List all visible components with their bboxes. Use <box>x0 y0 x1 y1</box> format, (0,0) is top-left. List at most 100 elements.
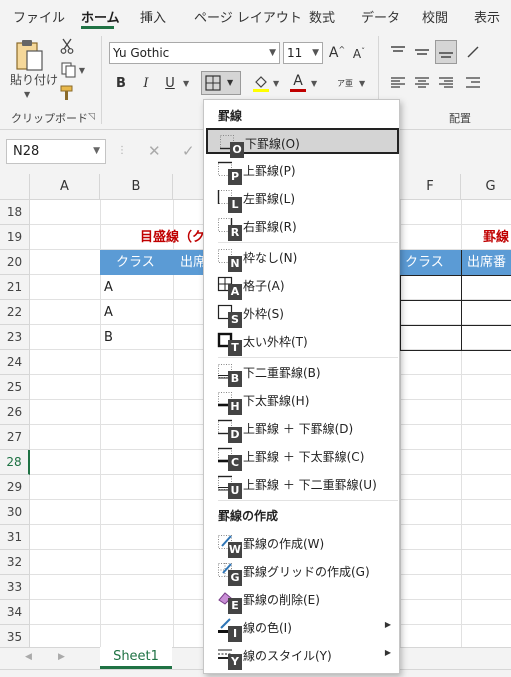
keytip-badge: G <box>228 570 242 586</box>
row-header[interactable]: 33 <box>0 575 30 600</box>
row-header[interactable]: 34 <box>0 600 30 625</box>
row-header[interactable]: 25 <box>0 375 30 400</box>
menu-item-b[interactable]: B 下二重罫線(B) <box>206 359 399 387</box>
tab-formulas[interactable]: 数式 <box>309 7 335 26</box>
row-header[interactable]: 18 <box>0 200 30 225</box>
bordered-cell[interactable] <box>400 275 511 301</box>
scroll-right-icon[interactable]: ▶ <box>58 652 65 662</box>
row-header[interactable]: 24 <box>0 350 30 375</box>
clipboard-group-label: クリップボード <box>11 112 88 125</box>
clipboard-dialog-launcher-icon[interactable]: ◹ <box>88 112 95 122</box>
phonetic-chevron-down-icon[interactable]: ▼ <box>359 79 365 88</box>
font-size-select[interactable]: 11 ▼ <box>283 42 323 64</box>
align-left-button[interactable] <box>388 72 408 94</box>
font-color-chevron-down-icon[interactable]: ▼ <box>311 79 317 88</box>
cell-class-value[interactable]: B <box>104 325 113 350</box>
menu-item-i[interactable]: I 線の色(I) ▶ <box>206 614 399 642</box>
underline-chevron-down-icon[interactable]: ▼ <box>183 79 189 88</box>
indent-button[interactable] <box>463 72 483 94</box>
bordered-cell[interactable] <box>400 300 511 326</box>
scroll-left-icon[interactable]: ◀ <box>25 652 32 662</box>
menu-item-label: 外枠(S) <box>243 307 284 321</box>
bold-button[interactable]: B <box>111 72 131 94</box>
row-header[interactable]: 32 <box>0 550 30 575</box>
menu-item-n[interactable]: N 枠なし(N) <box>206 244 399 272</box>
italic-button[interactable]: I <box>136 72 156 94</box>
tab-review[interactable]: 校閲 <box>422 7 448 26</box>
keytip-badge: W <box>228 542 242 558</box>
cell-class-value[interactable]: A <box>104 300 113 325</box>
header-attendance-right: 出席番 <box>467 255 507 270</box>
tab-insert[interactable]: 挿入 <box>140 7 166 26</box>
align-middle-button[interactable] <box>412 40 432 64</box>
format-painter-button[interactable] <box>56 82 78 104</box>
shrink-font-button[interactable]: Aˇ <box>350 44 368 64</box>
column-header-g[interactable]: G <box>461 174 511 200</box>
menu-item-h[interactable]: H 下太罫線(H) <box>206 387 399 415</box>
copy-button[interactable]: ▼ <box>56 60 90 80</box>
row-header[interactable]: 27 <box>0 425 30 450</box>
select-all-corner[interactable] <box>0 174 30 200</box>
grow-font-button[interactable]: A ^ <box>327 42 347 64</box>
fill-color-chevron-down-icon[interactable]: ▼ <box>273 79 279 88</box>
menu-item-p[interactable]: P 上罫線(P) <box>206 157 399 185</box>
row-header[interactable]: 31 <box>0 525 30 550</box>
name-box[interactable]: N28 ▼ <box>6 139 106 164</box>
tab-page-layout[interactable]: ページ レイアウト <box>194 7 302 26</box>
font-name-select[interactable]: Yu Gothic ▼ <box>109 42 280 64</box>
menu-item-o[interactable]: O 下罫線(O) <box>206 128 399 158</box>
align-right-button[interactable] <box>436 72 456 94</box>
row-header[interactable]: 20 <box>0 250 30 275</box>
sheet-tab[interactable]: Sheet1 <box>100 647 172 669</box>
menu-item-r[interactable]: R 右罫線(R) <box>206 213 399 241</box>
row-header[interactable]: 21 <box>0 275 30 300</box>
menu-item-d[interactable]: D 上罫線 ＋ 下罫線(D) <box>206 415 399 443</box>
menu-item-e[interactable]: E 罫線の削除(E) <box>206 586 399 614</box>
row-header[interactable]: 23 <box>0 325 30 350</box>
font-color-button[interactable]: A <box>288 70 308 94</box>
fill-color-button[interactable] <box>251 72 271 94</box>
phonetic-button[interactable]: ア亜 <box>334 72 356 94</box>
cut-button[interactable] <box>56 36 78 56</box>
menu-item-a[interactable]: A 格子(A) <box>206 272 399 300</box>
menu-item-t[interactable]: T 太い外枠(T) <box>206 328 399 356</box>
underline-button[interactable]: U <box>160 72 180 94</box>
column-header-f[interactable]: F <box>400 174 461 200</box>
align-center-button[interactable] <box>412 72 432 94</box>
menu-item-l[interactable]: L 左罫線(L) <box>206 185 399 213</box>
align-bottom-button[interactable] <box>435 40 457 64</box>
keytip-badge: O <box>230 142 244 158</box>
row-header[interactable]: 19 <box>0 225 30 250</box>
font-name-value: Yu Gothic <box>113 46 170 60</box>
row-header[interactable]: 26 <box>0 400 30 425</box>
orientation-button[interactable] <box>463 40 483 64</box>
cancel-entry-icon[interactable]: ✕ <box>148 142 161 160</box>
row-header[interactable]: 28 <box>0 450 30 475</box>
tab-file[interactable]: ファイル <box>13 7 65 26</box>
row-header[interactable]: 22 <box>0 300 30 325</box>
paste-label[interactable]: 貼り付け <box>10 71 58 88</box>
tab-home[interactable]: ホーム <box>81 7 120 26</box>
menu-item-s[interactable]: S 外枠(S) <box>206 300 399 328</box>
confirm-entry-icon[interactable]: ✓ <box>182 142 195 160</box>
menu-item-g[interactable]: G 罫線グリッドの作成(G) <box>206 558 399 586</box>
paste-button[interactable] <box>8 36 52 76</box>
row-header[interactable]: 30 <box>0 500 30 525</box>
row-header[interactable]: 29 <box>0 475 30 500</box>
menu-item-c[interactable]: C 上罫線 ＋ 下太罫線(C) <box>206 443 399 471</box>
align-top-button[interactable] <box>388 40 408 64</box>
column-header-b[interactable]: B <box>100 174 173 200</box>
paste-chevron-down-icon[interactable]: ▼ <box>24 90 30 99</box>
keytip-badge: I <box>228 626 242 642</box>
copy-icon <box>61 62 76 78</box>
row-header[interactable]: 35 <box>0 625 30 647</box>
menu-item-u[interactable]: U 上罫線 ＋ 下二重罫線(U) <box>206 471 399 499</box>
column-header-a[interactable]: A <box>30 174 100 200</box>
bordered-cell[interactable] <box>400 325 511 351</box>
tab-data[interactable]: データ <box>361 7 400 26</box>
cell-class-value[interactable]: A <box>104 275 113 300</box>
menu-item-y[interactable]: Y 線のスタイル(Y) ▶ <box>206 642 399 670</box>
menu-item-w[interactable]: W 罫線の作成(W) <box>206 530 399 558</box>
borders-button[interactable]: ▼ <box>201 71 241 95</box>
tab-view[interactable]: 表示 <box>474 7 500 26</box>
